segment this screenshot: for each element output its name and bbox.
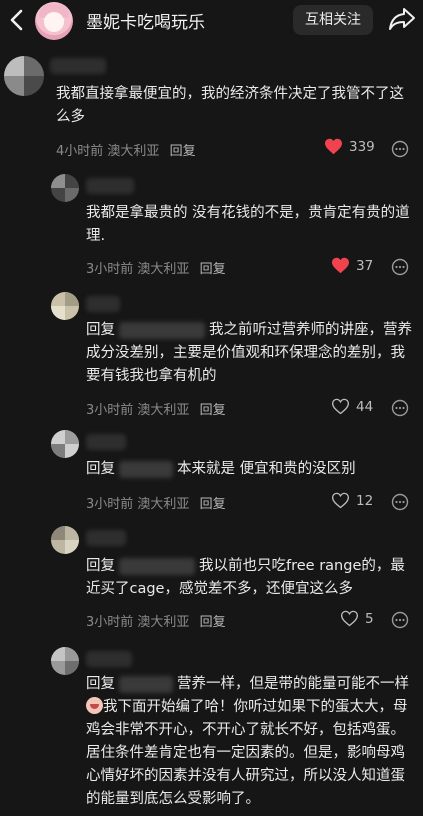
reply-button[interactable]: 回复 bbox=[200, 262, 226, 277]
commenter-name[interactable] bbox=[86, 530, 126, 546]
mentioned-user[interactable] bbox=[119, 675, 173, 693]
reply-button[interactable]: 回复 bbox=[170, 144, 196, 159]
top-bar: 墨妮卡吃喝玩乐 互相关注 bbox=[0, 0, 423, 40]
like-count: 44 bbox=[356, 398, 374, 415]
commenter-avatar[interactable] bbox=[51, 526, 79, 554]
more-options-icon[interactable] bbox=[391, 611, 409, 629]
like-count: 12 bbox=[356, 492, 374, 509]
like-count: 37 bbox=[356, 257, 374, 274]
heart-filled-icon bbox=[332, 257, 349, 274]
comment-text: 我都是拿最贵的 没有花钱的不是，贵肯定有贵的道理. bbox=[86, 205, 410, 244]
comment-meta: 3小时前 澳大利亚 回复 bbox=[86, 497, 226, 512]
page-title[interactable]: 墨妮卡吃喝玩乐 bbox=[86, 8, 205, 33]
more-options-icon[interactable] bbox=[391, 258, 409, 276]
heart-filled-icon bbox=[325, 138, 342, 155]
like-button[interactable]: 12 bbox=[331, 492, 373, 509]
author-avatar[interactable] bbox=[35, 2, 73, 40]
more-options-icon[interactable] bbox=[391, 140, 409, 158]
heart-outline-icon bbox=[340, 610, 359, 627]
commenter-name[interactable] bbox=[86, 178, 134, 194]
mentioned-user[interactable] bbox=[119, 321, 205, 339]
commenter-avatar[interactable] bbox=[4, 56, 44, 96]
reply-button[interactable]: 回复 bbox=[200, 615, 226, 630]
mentioned-user[interactable] bbox=[119, 557, 195, 575]
follow-button[interactable]: 互相关注 bbox=[293, 5, 373, 35]
commenter-name[interactable] bbox=[50, 58, 106, 74]
comment-meta: 4小时前 澳大利亚 回复 bbox=[56, 144, 196, 159]
commenter-avatar[interactable] bbox=[51, 174, 79, 202]
commenter-name[interactable] bbox=[86, 296, 120, 312]
heart-outline-icon bbox=[331, 398, 350, 415]
commenter-name[interactable] bbox=[86, 434, 126, 450]
like-button[interactable]: 5 bbox=[340, 610, 374, 627]
commenter-avatar[interactable] bbox=[51, 292, 79, 320]
back-arrow-icon[interactable] bbox=[6, 6, 28, 34]
commenter-name[interactable] bbox=[86, 651, 132, 667]
comment-text: 回复 我之前听过营养师的讲座，营养成分没差别，主要是价值观和环保理念的差别，我要有… bbox=[86, 321, 412, 384]
like-count: 339 bbox=[349, 138, 375, 155]
heart-outline-icon bbox=[331, 492, 350, 509]
comment-meta: 3小时前 澳大利亚 回复 bbox=[86, 403, 226, 418]
reply-button[interactable]: 回复 bbox=[200, 403, 226, 418]
more-options-icon[interactable] bbox=[391, 493, 409, 511]
share-icon[interactable] bbox=[388, 6, 416, 32]
more-options-icon[interactable] bbox=[391, 399, 409, 417]
comment-text: 回复 我以前也只吃free range的，最近买了cage，感觉差不多，还便宜这么… bbox=[86, 557, 405, 597]
commenter-avatar[interactable] bbox=[51, 647, 79, 675]
commenter-avatar[interactable] bbox=[51, 430, 79, 458]
like-count: 5 bbox=[365, 610, 374, 627]
like-button[interactable]: 339 bbox=[324, 138, 375, 155]
comment-meta: 3小时前 澳大利亚 回复 bbox=[86, 262, 226, 277]
mentioned-user[interactable] bbox=[119, 460, 173, 478]
comment-text: 我都直接拿最便宜的，我的经济条件决定了我管不了这么多 bbox=[56, 86, 404, 125]
comment-meta: 3小时前 澳大利亚 回复 bbox=[86, 615, 226, 630]
comment-text: 回复 营养一样，但是带的能量可能不一样我下面开始编了哈！你听过如果下的蛋太大，母鸡… bbox=[86, 675, 409, 807]
reply-button[interactable]: 回复 bbox=[200, 497, 226, 512]
like-button[interactable]: 37 bbox=[331, 257, 373, 274]
comment-text: 回复 本来就是 便宜和贵的没区别 bbox=[86, 460, 356, 478]
like-button[interactable]: 44 bbox=[331, 398, 373, 415]
tongue-out-emoji-icon bbox=[86, 697, 103, 714]
